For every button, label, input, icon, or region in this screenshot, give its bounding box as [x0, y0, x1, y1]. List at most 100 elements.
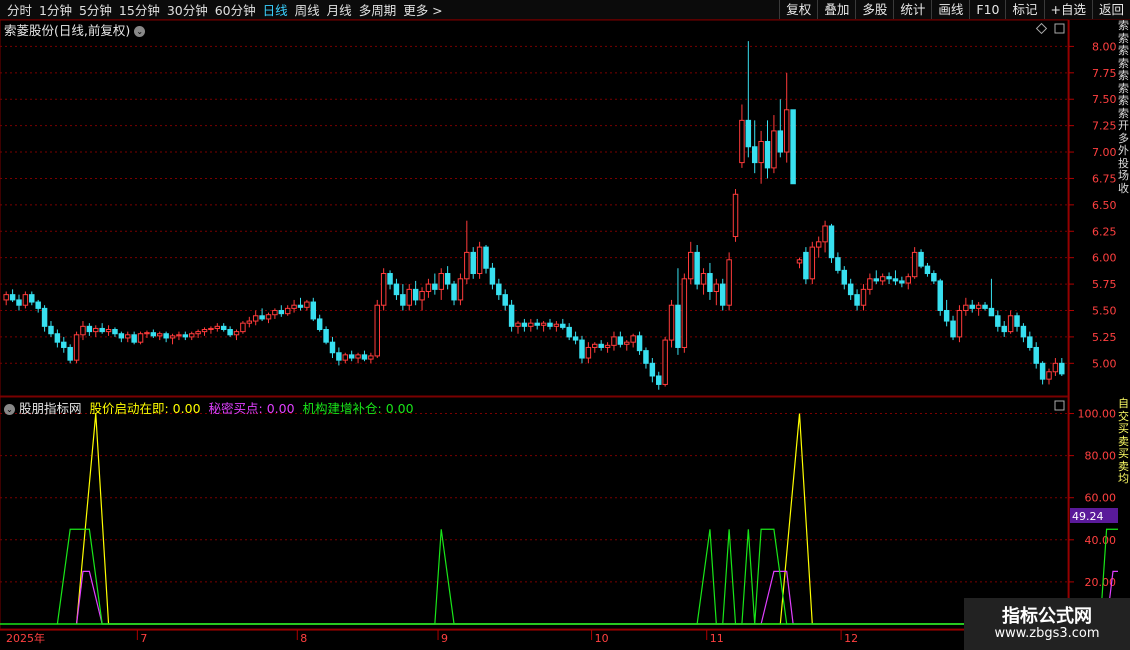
candle[interactable] — [982, 304, 988, 309]
candle[interactable] — [585, 346, 592, 359]
diamond-icon[interactable] — [1035, 22, 1048, 35]
candle[interactable] — [348, 354, 355, 359]
candle[interactable] — [758, 140, 764, 164]
candle[interactable] — [150, 332, 157, 337]
candle[interactable] — [726, 259, 732, 306]
candle[interactable] — [99, 327, 105, 333]
candle[interactable] — [975, 304, 982, 309]
candle[interactable] — [105, 329, 112, 333]
candle[interactable] — [425, 283, 432, 292]
candle[interactable] — [566, 326, 572, 338]
candle[interactable] — [310, 301, 317, 320]
candle[interactable] — [3, 294, 9, 301]
candle[interactable] — [764, 140, 771, 169]
candle[interactable] — [1033, 346, 1039, 364]
candle[interactable] — [93, 327, 99, 333]
candle[interactable] — [48, 325, 54, 335]
candle[interactable] — [118, 333, 125, 339]
candle[interactable] — [681, 278, 688, 348]
candle[interactable] — [125, 334, 131, 339]
candle[interactable] — [67, 346, 73, 361]
candle[interactable] — [617, 336, 624, 345]
candle[interactable] — [777, 130, 784, 153]
candle[interactable] — [1020, 325, 1027, 338]
candle[interactable] — [131, 334, 137, 343]
candle[interactable] — [1046, 371, 1052, 380]
candle[interactable] — [1014, 315, 1020, 327]
candle[interactable] — [278, 309, 285, 315]
candle[interactable] — [406, 288, 412, 306]
candle[interactable] — [943, 309, 950, 322]
candle[interactable] — [220, 325, 227, 331]
candle[interactable] — [828, 225, 835, 259]
candle[interactable] — [879, 276, 886, 282]
candle[interactable] — [355, 354, 361, 359]
candle[interactable] — [259, 315, 265, 320]
candle[interactable] — [16, 299, 22, 306]
candle[interactable] — [995, 315, 1001, 327]
candle[interactable] — [969, 304, 975, 309]
candle[interactable] — [9, 294, 16, 301]
candle[interactable] — [489, 267, 496, 285]
candle[interactable] — [739, 119, 745, 164]
candle[interactable] — [208, 327, 214, 331]
candle[interactable] — [297, 304, 304, 308]
candle[interactable] — [144, 332, 150, 335]
candle[interactable] — [374, 304, 380, 357]
candle[interactable] — [630, 335, 636, 343]
candle[interactable] — [419, 290, 425, 301]
candle[interactable] — [572, 336, 579, 341]
indicator-name[interactable]: 股朋指标网 — [19, 401, 82, 416]
candle[interactable] — [937, 280, 943, 311]
candle[interactable] — [694, 251, 700, 285]
candle[interactable] — [54, 333, 61, 343]
candle[interactable] — [412, 288, 419, 301]
candle[interactable] — [86, 325, 93, 333]
candle[interactable] — [1007, 315, 1014, 333]
candle[interactable] — [624, 341, 630, 345]
candle[interactable] — [809, 246, 816, 280]
candle[interactable] — [598, 343, 604, 348]
candle[interactable] — [707, 273, 713, 292]
candle[interactable] — [886, 276, 892, 280]
candle[interactable] — [1059, 362, 1065, 375]
candle[interactable] — [515, 322, 521, 327]
candle[interactable] — [393, 283, 400, 296]
candle[interactable] — [649, 362, 656, 377]
candle[interactable] — [905, 276, 911, 284]
candle[interactable] — [790, 109, 796, 185]
candle[interactable] — [61, 341, 67, 348]
candle[interactable] — [387, 273, 393, 285]
candle[interactable] — [35, 301, 41, 309]
candle[interactable] — [1052, 362, 1059, 373]
candle[interactable] — [432, 283, 438, 290]
candle[interactable] — [700, 273, 707, 285]
candle[interactable] — [713, 283, 720, 292]
candle[interactable] — [323, 329, 329, 343]
candle[interactable] — [316, 318, 323, 331]
candle[interactable] — [464, 251, 470, 280]
candle[interactable] — [227, 329, 233, 336]
candle[interactable] — [182, 334, 189, 338]
candle[interactable] — [988, 307, 995, 317]
candle[interactable] — [841, 269, 848, 285]
candle[interactable] — [528, 322, 534, 327]
candle[interactable] — [688, 251, 694, 280]
candle[interactable] — [771, 130, 777, 169]
candle[interactable] — [336, 352, 342, 361]
candle[interactable] — [22, 294, 29, 306]
candle[interactable] — [547, 322, 553, 327]
candle[interactable] — [867, 278, 873, 290]
candle[interactable] — [751, 146, 758, 164]
candle[interactable] — [163, 333, 169, 339]
price-chart[interactable]: 5.00 5.25 5.50 5.75 6.00 6.25 6.50 6.75 7.00 7.25… — [0, 0, 1118, 650]
candle[interactable] — [73, 334, 80, 361]
candle[interactable] — [246, 320, 253, 324]
candle[interactable] — [636, 335, 643, 352]
candle[interactable] — [195, 331, 201, 335]
candle[interactable] — [732, 193, 739, 238]
candle[interactable] — [643, 350, 649, 364]
candle[interactable] — [157, 333, 163, 337]
candle[interactable] — [854, 294, 860, 306]
candle[interactable] — [502, 294, 508, 306]
